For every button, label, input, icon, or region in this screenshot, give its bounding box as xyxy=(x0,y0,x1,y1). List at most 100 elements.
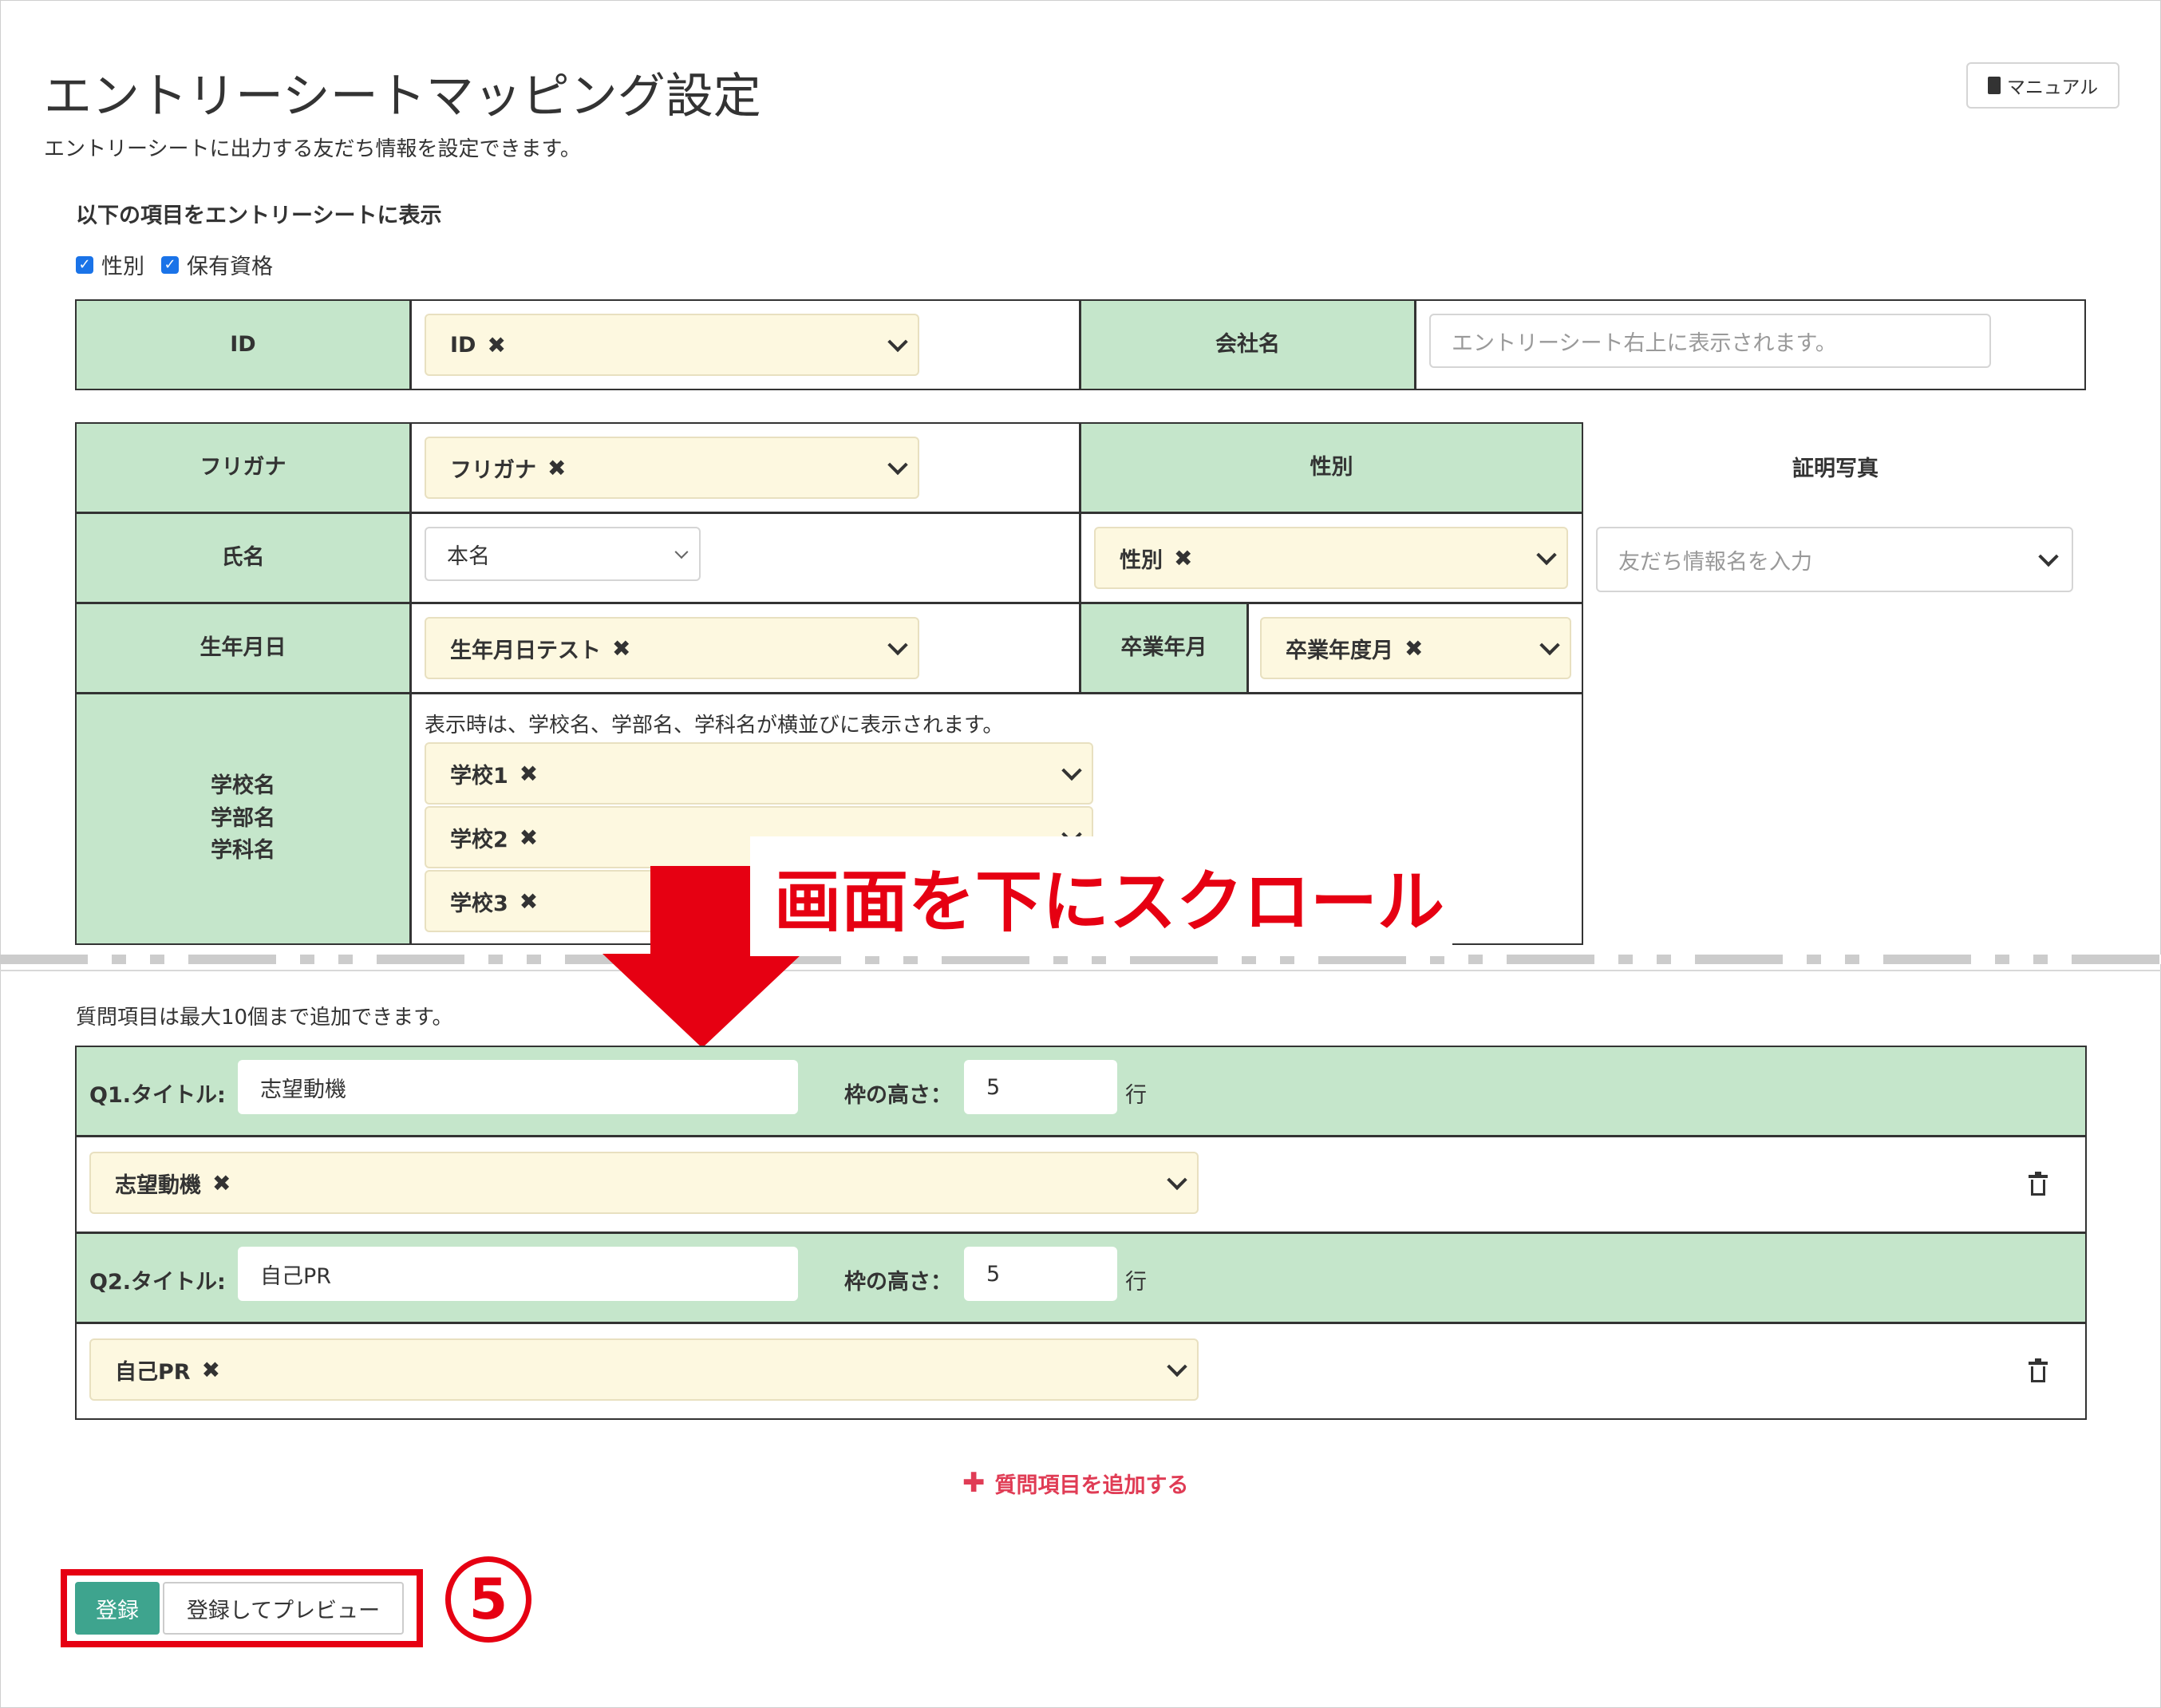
remove-tag-icon[interactable]: ✖ xyxy=(547,455,566,481)
highlight-box xyxy=(61,1569,423,1647)
remove-tag-icon[interactable]: ✖ xyxy=(612,635,630,662)
gender-tag-label: 性別 xyxy=(1120,548,1163,573)
questions-note: 質問項目は最大10個まで追加できます。 xyxy=(76,1006,453,1030)
chevron-down-icon[interactable] xyxy=(1167,1169,1187,1191)
plus-icon: ✚ xyxy=(962,1467,986,1499)
photo-placeholder: 友だち情報名を入力 xyxy=(1618,549,1812,575)
book-icon xyxy=(1987,77,2001,94)
school-label: 学校名 学部名 学科名 xyxy=(211,773,275,864)
grad-tag-label: 卒業年度月 xyxy=(1286,638,1393,663)
manual-button-label: マニュアル xyxy=(2006,77,2099,98)
company-label: 会社名 xyxy=(1215,331,1280,357)
chevron-down-icon[interactable] xyxy=(1167,1356,1187,1378)
question-tag-label: 志望動機 xyxy=(115,1172,201,1198)
question-tag-select[interactable]: 志望動機 ✖ xyxy=(89,1152,1199,1214)
birth-label: 生年月日 xyxy=(200,635,286,660)
id-label: ID xyxy=(230,331,256,357)
height-label: 枠の高さ： xyxy=(844,1083,952,1108)
display-section-label: 以下の項目をエントリーシートに表示 xyxy=(76,204,442,228)
question-header-row: Q1.タイトル: 志望動機 枠の高さ： 5 行 xyxy=(75,1046,2087,1137)
gender-label-cell: 性別 xyxy=(1080,422,1583,513)
furigana-label-cell: フリガナ xyxy=(75,422,411,513)
grad-label: 卒業年月 xyxy=(1120,635,1207,660)
id-tag-select[interactable]: ID ✖ xyxy=(425,314,919,376)
question-title-input[interactable]: 志望動機 xyxy=(238,1060,798,1114)
question-title-input[interactable]: 自己PR xyxy=(238,1247,798,1301)
add-question-link[interactable]: ✚ 質問項目を追加する xyxy=(962,1467,1189,1499)
company-label-cell: 会社名 xyxy=(1080,299,1416,390)
id-label-cell: ID xyxy=(75,299,411,390)
rows-unit: 行 xyxy=(1125,1083,1147,1108)
school-tag-label-1: 学校1 xyxy=(450,763,508,789)
grad-label-cell: 卒業年月 xyxy=(1080,603,1248,694)
question-answer-row: 志望動機 ✖ xyxy=(75,1136,2087,1233)
chevron-down-icon[interactable] xyxy=(2038,546,2059,567)
grad-value-cell: 卒業年度月 ✖ xyxy=(1247,603,1583,694)
height-label: 枠の高さ： xyxy=(844,1270,952,1295)
checkbox-qualification[interactable]: ✓ 保有資格 xyxy=(161,249,273,280)
checkbox-checked-icon[interactable]: ✓ xyxy=(161,255,179,274)
name-label-cell: 氏名 xyxy=(75,512,411,603)
company-placeholder: エントリーシート右上に表示されます。 xyxy=(1452,330,1837,356)
photo-select[interactable]: 友だち情報名を入力 xyxy=(1596,527,2073,592)
step-number-badge: 5 xyxy=(445,1556,531,1643)
name-value-cell: 本名 xyxy=(410,512,1080,603)
company-input[interactable]: エントリーシート右上に表示されます。 xyxy=(1429,314,1991,368)
scroll-instruction: 画面を下にスクロール xyxy=(750,836,1452,956)
checkbox-gender-label: 性別 xyxy=(101,255,144,279)
height-input[interactable]: 5 xyxy=(964,1060,1117,1114)
birth-tag-select[interactable]: 生年月日テスト ✖ xyxy=(425,617,919,679)
remove-tag-icon[interactable]: ✖ xyxy=(1404,635,1423,662)
gender-label: 性別 xyxy=(1310,454,1353,480)
id-value-cell: ID ✖ xyxy=(410,299,1080,390)
remove-tag-icon[interactable]: ✖ xyxy=(202,1357,220,1383)
chevron-down-icon[interactable] xyxy=(1539,635,1560,656)
question-tag-label: 自己PR xyxy=(115,1359,191,1385)
school-note: 表示時は、学校名、学部名、学科名が横並びに表示されます。 xyxy=(425,714,1004,737)
trash-icon[interactable] xyxy=(2029,1358,2048,1382)
id-tag-label: ID xyxy=(450,332,476,358)
school-tag-label-2: 学校2 xyxy=(450,827,508,852)
question-answer-row: 自己PR ✖ xyxy=(75,1323,2087,1420)
remove-tag-icon[interactable]: ✖ xyxy=(520,761,538,787)
page-title: エントリーシートマッピング設定 xyxy=(44,69,761,125)
chevron-down-icon[interactable] xyxy=(674,545,689,559)
remove-tag-icon[interactable]: ✖ xyxy=(487,332,505,358)
chevron-down-icon[interactable] xyxy=(887,454,908,476)
manual-button[interactable]: マニュアル xyxy=(1966,62,2120,109)
chevron-down-icon[interactable] xyxy=(887,331,908,353)
remove-tag-icon[interactable]: ✖ xyxy=(212,1170,231,1196)
remove-tag-icon[interactable]: ✖ xyxy=(520,888,538,915)
trash-icon[interactable] xyxy=(2029,1172,2048,1196)
furigana-tag-label: フリガナ xyxy=(450,457,536,483)
height-input[interactable]: 5 xyxy=(964,1247,1117,1301)
checkbox-qualification-label: 保有資格 xyxy=(187,255,273,279)
question-title-value: 自己PR xyxy=(260,1263,332,1289)
chevron-down-icon[interactable] xyxy=(1536,544,1557,566)
question-tag-select[interactable]: 自己PR ✖ xyxy=(89,1338,1199,1401)
school-tag-select-1[interactable]: 学校1 ✖ xyxy=(425,742,1093,805)
company-value-cell: エントリーシート右上に表示されます。 xyxy=(1415,299,2086,390)
page-subtitle: エントリーシートに出力する友だち情報を設定できます。 xyxy=(44,137,581,161)
grad-tag-select[interactable]: 卒業年度月 ✖ xyxy=(1260,617,1571,679)
height-value: 5 xyxy=(986,1261,1001,1287)
birth-label-cell: 生年月日 xyxy=(75,603,411,694)
rows-unit: 行 xyxy=(1125,1270,1147,1295)
school-label-cell: 学校名 学部名 学科名 xyxy=(75,693,411,945)
checkbox-gender[interactable]: ✓ 性別 xyxy=(76,249,144,280)
remove-tag-icon[interactable]: ✖ xyxy=(520,824,538,851)
chevron-down-icon[interactable] xyxy=(887,635,908,656)
furigana-tag-select[interactable]: フリガナ ✖ xyxy=(425,437,919,499)
photo-label: 証明写真 xyxy=(1588,431,2083,508)
school-tag-label-3: 学校3 xyxy=(450,891,508,916)
checkbox-checked-icon[interactable]: ✓ xyxy=(76,255,93,274)
question-header-row: Q2.タイトル: 自己PR 枠の高さ： 5 行 xyxy=(75,1232,2087,1323)
birth-tag-label: 生年月日テスト xyxy=(450,638,601,663)
furigana-value-cell: フリガナ ✖ xyxy=(410,422,1080,513)
add-question-label: 質問項目を追加する xyxy=(994,1473,1189,1498)
gender-tag-select[interactable]: 性別 ✖ xyxy=(1094,527,1568,589)
remove-tag-icon[interactable]: ✖ xyxy=(1174,545,1192,571)
question-title-value: 志望動機 xyxy=(260,1077,346,1102)
chevron-down-icon[interactable] xyxy=(1061,760,1082,781)
name-select[interactable]: 本名 xyxy=(425,527,701,581)
